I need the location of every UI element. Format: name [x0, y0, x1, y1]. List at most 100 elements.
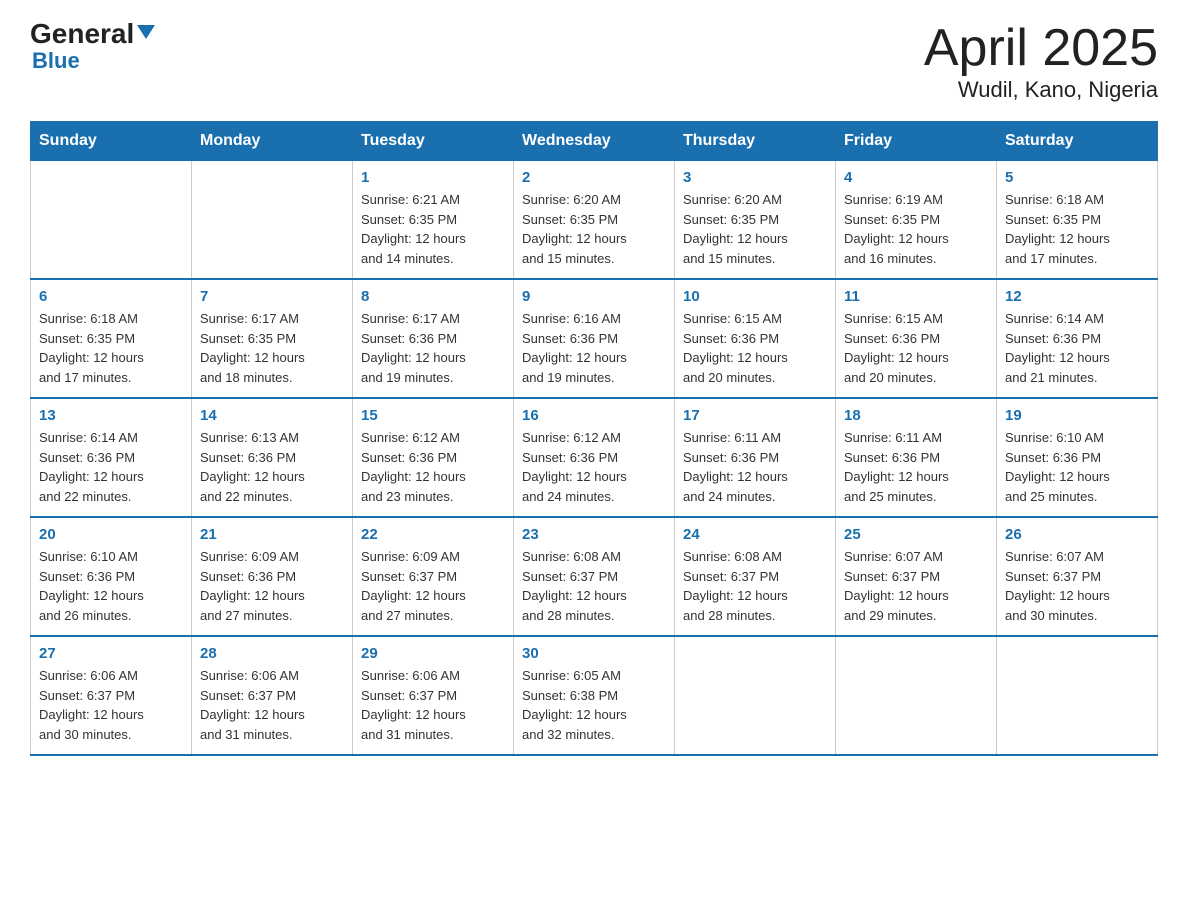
day-info: Sunrise: 6:06 AMSunset: 6:37 PMDaylight:…: [361, 666, 505, 744]
calendar-cell: 19 Sunrise: 6:10 AMSunset: 6:36 PMDayligh…: [997, 398, 1158, 517]
calendar-cell: 17 Sunrise: 6:11 AMSunset: 6:36 PMDayligh…: [675, 398, 836, 517]
calendar-cell: 24 Sunrise: 6:08 AMSunset: 6:37 PMDayligh…: [675, 517, 836, 636]
calendar-cell: 16 Sunrise: 6:12 AMSunset: 6:36 PMDayligh…: [514, 398, 675, 517]
calendar-cell: 1 Sunrise: 6:21 AMSunset: 6:35 PMDaylight…: [353, 161, 514, 280]
calendar-cell: 14 Sunrise: 6:13 AMSunset: 6:36 PMDayligh…: [192, 398, 353, 517]
day-info: Sunrise: 6:07 AMSunset: 6:37 PMDaylight:…: [844, 547, 988, 625]
day-info: Sunrise: 6:08 AMSunset: 6:37 PMDaylight:…: [683, 547, 827, 625]
day-number: 1: [361, 169, 505, 186]
header-monday: Monday: [192, 122, 353, 161]
calendar-week-row: 6 Sunrise: 6:18 AMSunset: 6:35 PMDaylight…: [31, 279, 1158, 398]
day-number: 25: [844, 526, 988, 543]
day-info: Sunrise: 6:19 AMSunset: 6:35 PMDaylight:…: [844, 190, 988, 268]
logo: General Blue: [30, 20, 157, 74]
day-info: Sunrise: 6:08 AMSunset: 6:37 PMDaylight:…: [522, 547, 666, 625]
day-info: Sunrise: 6:18 AMSunset: 6:35 PMDaylight:…: [39, 309, 183, 387]
calendar-cell: 2 Sunrise: 6:20 AMSunset: 6:35 PMDaylight…: [514, 161, 675, 280]
calendar-cell: 25 Sunrise: 6:07 AMSunset: 6:37 PMDayligh…: [836, 517, 997, 636]
day-number: 13: [39, 407, 183, 424]
day-number: 28: [200, 645, 344, 662]
day-info: Sunrise: 6:12 AMSunset: 6:36 PMDaylight:…: [361, 428, 505, 506]
day-number: 10: [683, 288, 827, 305]
day-number: 16: [522, 407, 666, 424]
day-info: Sunrise: 6:10 AMSunset: 6:36 PMDaylight:…: [1005, 428, 1149, 506]
calendar-cell: 22 Sunrise: 6:09 AMSunset: 6:37 PMDayligh…: [353, 517, 514, 636]
calendar-week-row: 27 Sunrise: 6:06 AMSunset: 6:37 PMDayligh…: [31, 636, 1158, 755]
day-number: 26: [1005, 526, 1149, 543]
calendar-cell: [836, 636, 997, 755]
header-tuesday: Tuesday: [353, 122, 514, 161]
day-info: Sunrise: 6:15 AMSunset: 6:36 PMDaylight:…: [683, 309, 827, 387]
calendar-cell: 8 Sunrise: 6:17 AMSunset: 6:36 PMDaylight…: [353, 279, 514, 398]
month-year-title: April 2025: [924, 20, 1158, 77]
calendar-cell: 9Sunrise: 6:16 AMSunset: 6:36 PMDaylight…: [514, 279, 675, 398]
page-header: General Blue April 2025 Wudil, Kano, Nig…: [30, 20, 1158, 103]
day-number: 23: [522, 526, 666, 543]
header-thursday: Thursday: [675, 122, 836, 161]
logo-blue-text: Blue: [32, 48, 80, 74]
calendar-cell: 5 Sunrise: 6:18 AMSunset: 6:35 PMDaylight…: [997, 161, 1158, 280]
day-number: 24: [683, 526, 827, 543]
day-number: 29: [361, 645, 505, 662]
header-wednesday: Wednesday: [514, 122, 675, 161]
day-info: Sunrise: 6:07 AMSunset: 6:37 PMDaylight:…: [1005, 547, 1149, 625]
calendar-cell: 21Sunrise: 6:09 AMSunset: 6:36 PMDayligh…: [192, 517, 353, 636]
day-number: 2: [522, 169, 666, 186]
day-info: Sunrise: 6:14 AMSunset: 6:36 PMDaylight:…: [39, 428, 183, 506]
title-block: April 2025 Wudil, Kano, Nigeria: [924, 20, 1158, 103]
logo-general-text: General: [30, 20, 134, 48]
day-info: Sunrise: 6:12 AMSunset: 6:36 PMDaylight:…: [522, 428, 666, 506]
day-info: Sunrise: 6:20 AMSunset: 6:35 PMDaylight:…: [522, 190, 666, 268]
calendar-cell: 18Sunrise: 6:11 AMSunset: 6:36 PMDayligh…: [836, 398, 997, 517]
calendar-cell: 3 Sunrise: 6:20 AMSunset: 6:35 PMDaylight…: [675, 161, 836, 280]
day-info: Sunrise: 6:17 AMSunset: 6:36 PMDaylight:…: [361, 309, 505, 387]
day-number: 6: [39, 288, 183, 305]
day-info: Sunrise: 6:09 AMSunset: 6:37 PMDaylight:…: [361, 547, 505, 625]
calendar-week-row: 13 Sunrise: 6:14 AMSunset: 6:36 PMDayligh…: [31, 398, 1158, 517]
day-number: 27: [39, 645, 183, 662]
day-number: 8: [361, 288, 505, 305]
header-saturday: Saturday: [997, 122, 1158, 161]
day-number: 21: [200, 526, 344, 543]
header-friday: Friday: [836, 122, 997, 161]
calendar-cell: 23 Sunrise: 6:08 AMSunset: 6:37 PMDayligh…: [514, 517, 675, 636]
day-info: Sunrise: 6:17 AMSunset: 6:35 PMDaylight:…: [200, 309, 344, 387]
calendar-cell: 4Sunrise: 6:19 AMSunset: 6:35 PMDaylight…: [836, 161, 997, 280]
day-number: 19: [1005, 407, 1149, 424]
day-info: Sunrise: 6:06 AMSunset: 6:37 PMDaylight:…: [39, 666, 183, 744]
day-info: Sunrise: 6:18 AMSunset: 6:35 PMDaylight:…: [1005, 190, 1149, 268]
calendar-table: Sunday Monday Tuesday Wednesday Thursday…: [30, 121, 1158, 756]
day-number: 20: [39, 526, 183, 543]
day-number: 17: [683, 407, 827, 424]
day-info: Sunrise: 6:21 AMSunset: 6:35 PMDaylight:…: [361, 190, 505, 268]
day-number: 5: [1005, 169, 1149, 186]
calendar-cell: 15 Sunrise: 6:12 AMSunset: 6:36 PMDayligh…: [353, 398, 514, 517]
day-info: Sunrise: 6:14 AMSunset: 6:36 PMDaylight:…: [1005, 309, 1149, 387]
calendar-cell: 6 Sunrise: 6:18 AMSunset: 6:35 PMDaylight…: [31, 279, 192, 398]
calendar-cell: 20 Sunrise: 6:10 AMSunset: 6:36 PMDayligh…: [31, 517, 192, 636]
day-number: 3: [683, 169, 827, 186]
calendar-cell: 30Sunrise: 6:05 AMSunset: 6:38 PMDayligh…: [514, 636, 675, 755]
calendar-cell: 28Sunrise: 6:06 AMSunset: 6:37 PMDayligh…: [192, 636, 353, 755]
day-info: Sunrise: 6:20 AMSunset: 6:35 PMDaylight:…: [683, 190, 827, 268]
calendar-cell: 7Sunrise: 6:17 AMSunset: 6:35 PMDaylight…: [192, 279, 353, 398]
day-number: 22: [361, 526, 505, 543]
calendar-cell: 27 Sunrise: 6:06 AMSunset: 6:37 PMDayligh…: [31, 636, 192, 755]
calendar-week-row: 20 Sunrise: 6:10 AMSunset: 6:36 PMDayligh…: [31, 517, 1158, 636]
logo-arrow-icon: [135, 21, 157, 43]
day-number: 15: [361, 407, 505, 424]
day-number: 14: [200, 407, 344, 424]
day-info: Sunrise: 6:16 AMSunset: 6:36 PMDaylight:…: [522, 309, 666, 387]
calendar-cell: 11Sunrise: 6:15 AMSunset: 6:36 PMDayligh…: [836, 279, 997, 398]
calendar-cell: [192, 161, 353, 280]
day-info: Sunrise: 6:10 AMSunset: 6:36 PMDaylight:…: [39, 547, 183, 625]
calendar-cell: [997, 636, 1158, 755]
day-number: 12: [1005, 288, 1149, 305]
calendar-cell: [31, 161, 192, 280]
location-subtitle: Wudil, Kano, Nigeria: [924, 77, 1158, 103]
header-sunday: Sunday: [31, 122, 192, 161]
calendar-cell: 10 Sunrise: 6:15 AMSunset: 6:36 PMDayligh…: [675, 279, 836, 398]
day-info: Sunrise: 6:11 AMSunset: 6:36 PMDaylight:…: [683, 428, 827, 506]
calendar-cell: 29 Sunrise: 6:06 AMSunset: 6:37 PMDayligh…: [353, 636, 514, 755]
day-info: Sunrise: 6:13 AMSunset: 6:36 PMDaylight:…: [200, 428, 344, 506]
